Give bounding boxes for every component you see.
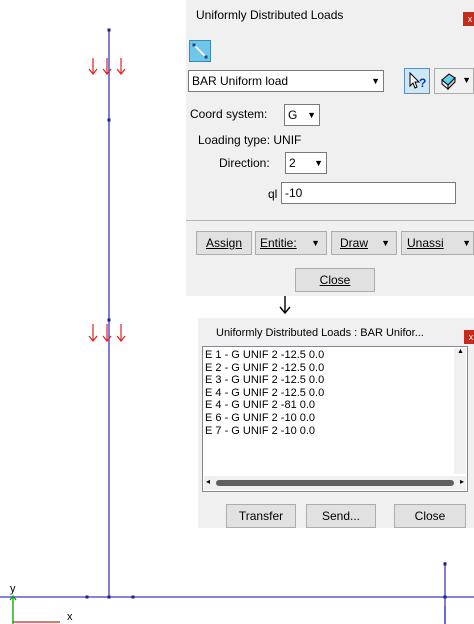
direction-select[interactable]: 2 ▼ — [285, 152, 327, 174]
direction-label: Direction: — [219, 156, 270, 170]
close-icon[interactable]: x — [464, 330, 474, 344]
list-item[interactable]: E 4 - G UNIF 2 -81 0.0 — [203, 399, 467, 412]
close-label: Close — [319, 273, 351, 287]
pointer-help-icon: ? — [409, 71, 426, 90]
loads-list-dialog: Uniformly Distributed Loads : BAR Unifor… — [198, 318, 474, 528]
horizontal-scrollbar[interactable]: ◂ ▸ — [204, 476, 466, 490]
assign-label: Assign — [205, 236, 243, 250]
dialog-title: Uniformly Distributed Loads — [196, 8, 344, 22]
line-icon — [192, 43, 208, 59]
divider — [186, 220, 474, 221]
list-item[interactable]: E 3 - G UNIF 2 -12.5 0.0 — [203, 374, 467, 387]
transfer-label: Transfer — [238, 509, 284, 523]
ql-input[interactable]: -10 — [281, 182, 456, 204]
send-label: Send... — [321, 509, 361, 523]
list-item[interactable]: E 6 - G UNIF 2 -10 0.0 — [203, 412, 467, 425]
load-type-value: BAR Uniform load — [192, 74, 289, 88]
entities-button[interactable]: Entitie: ▼ — [255, 231, 327, 255]
uniform-loads-dialog: Uniformly Distributed Loads x BAR Unifor… — [186, 0, 474, 296]
list-item[interactable]: E 4 - G UNIF 2 -12.5 0.0 — [203, 387, 467, 400]
draw-button[interactable]: Draw ▼ — [331, 231, 397, 255]
scrollbar-thumb[interactable] — [216, 480, 454, 486]
help-glyph: ? — [419, 76, 426, 90]
ql-label: ql — [268, 187, 278, 201]
loads-list[interactable]: E 1 - G UNIF 2 -12.5 0.0 E 2 - G UNIF 2 … — [202, 346, 468, 492]
axis-triad — [9, 595, 60, 624]
eraser-dropdown-button[interactable]: ▼ — [434, 68, 474, 94]
list-items: E 1 - G UNIF 2 -12.5 0.0 E 2 - G UNIF 2 … — [203, 347, 467, 437]
list-item[interactable]: E 7 - G UNIF 2 -10 0.0 — [203, 425, 467, 438]
loading-type-label: Loading type: UNIF — [198, 133, 302, 147]
close-label: Close — [414, 509, 446, 523]
chevron-down-icon: ▼ — [307, 110, 316, 120]
axis-y-label: y — [10, 583, 16, 595]
scroll-right-icon: ▸ — [459, 477, 464, 486]
vertical-scrollbar[interactable]: ▲ — [454, 348, 466, 474]
help-button[interactable]: ? — [404, 68, 430, 94]
send-button[interactable]: Send... — [306, 504, 376, 528]
chevron-down-icon: ▼ — [311, 238, 320, 248]
direction-value: 2 — [289, 156, 296, 170]
close-button[interactable]: Close — [295, 268, 375, 292]
axis-x-label: x — [67, 611, 73, 623]
close-icon[interactable]: x — [463, 12, 474, 26]
coord-system-label: Coord system: — [190, 107, 268, 121]
unassign-label: Unassi — [407, 236, 444, 250]
chevron-down-icon: ▼ — [462, 75, 471, 85]
assign-button[interactable]: Assign — [196, 231, 252, 255]
chevron-down-icon: ▼ — [381, 238, 390, 248]
dialog-title: Uniformly Distributed Loads : BAR Unifor… — [216, 327, 424, 339]
line-tool-button[interactable] — [189, 40, 211, 62]
chevron-down-icon: ▼ — [462, 238, 471, 248]
scroll-left-icon: ◂ — [206, 477, 211, 486]
load-arrows-middle — [88, 324, 126, 342]
load-arrows-top — [88, 58, 126, 75]
coord-system-value: G — [288, 108, 298, 122]
scroll-up-icon: ▲ — [457, 348, 464, 355]
list-item[interactable]: E 1 - G UNIF 2 -12.5 0.0 — [203, 349, 467, 362]
entities-label: Entitie: — [260, 236, 297, 250]
eraser-icon — [441, 73, 456, 91]
chevron-down-icon: ▼ — [314, 158, 323, 168]
unassign-button[interactable]: Unassi ▼ — [401, 231, 474, 255]
list-item[interactable]: E 2 - G UNIF 2 -12.5 0.0 — [203, 362, 467, 375]
coord-system-select[interactable]: G ▼ — [284, 104, 320, 126]
close-button[interactable]: Close — [394, 504, 466, 528]
draw-label: Draw — [340, 236, 369, 250]
transfer-button[interactable]: Transfer — [226, 504, 296, 528]
load-type-select[interactable]: BAR Uniform load ▼ — [188, 70, 384, 92]
chevron-down-icon: ▼ — [371, 76, 380, 86]
